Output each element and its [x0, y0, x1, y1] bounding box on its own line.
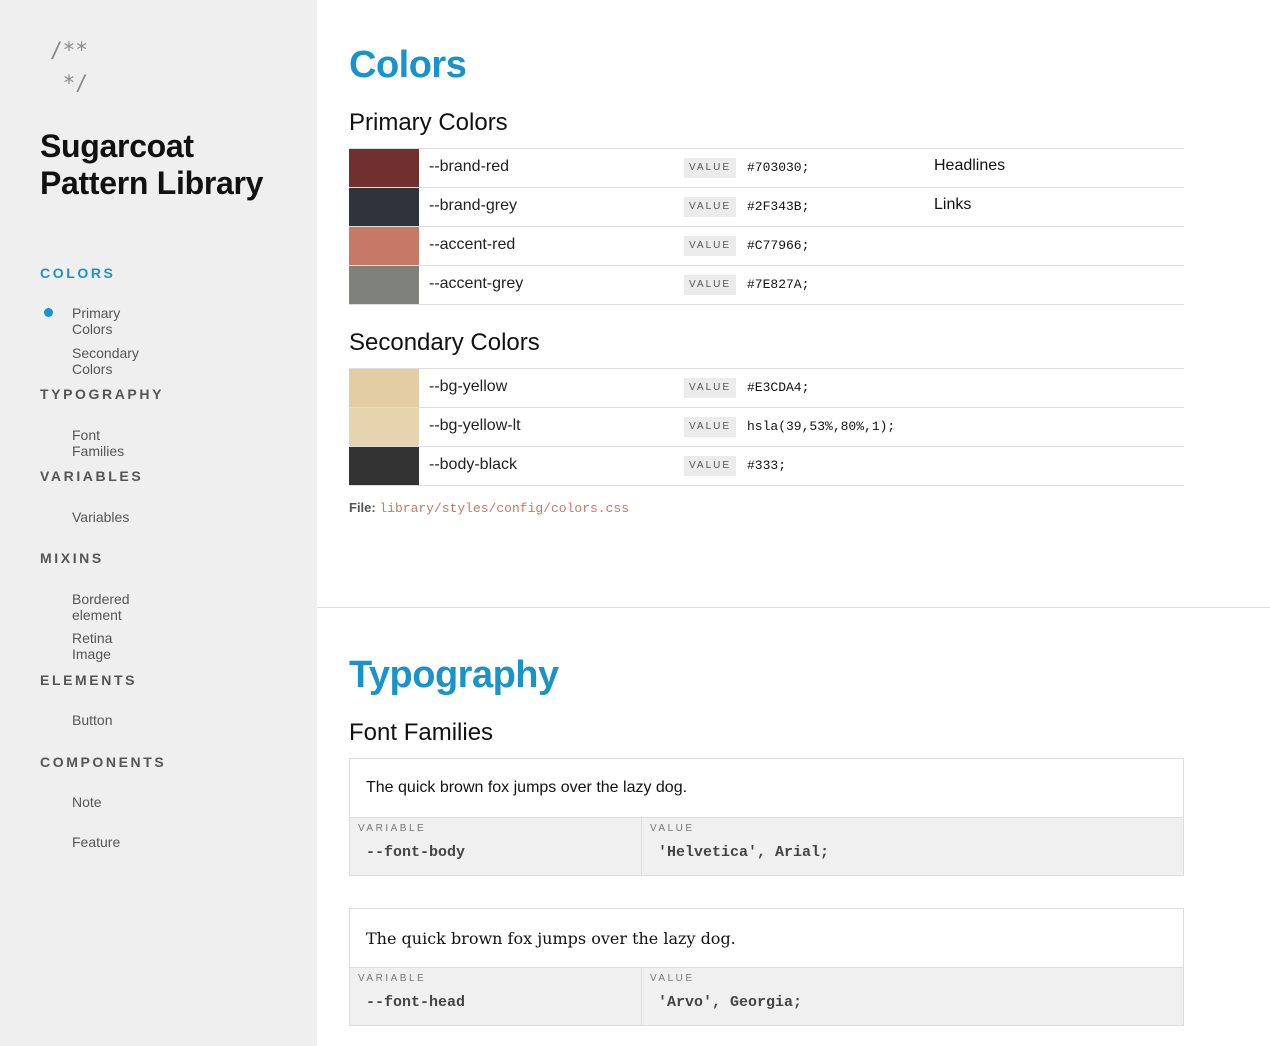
nav-section-mixins[interactable]: MIXINS — [40, 550, 104, 566]
secondary-colors-title: Secondary Colors — [349, 329, 540, 356]
color-swatch — [349, 408, 419, 446]
color-usage: Headlines — [934, 157, 1006, 174]
active-dot-icon — [44, 308, 53, 317]
nav-section-variables[interactable]: VARIABLES — [40, 468, 143, 484]
secondary-colors-table: --bg-yellow VALUE #E3CDA4; --bg-yellow-l… — [349, 368, 1184, 486]
color-name: --bg-yellow-lt — [429, 417, 521, 434]
file-label: File: — [349, 500, 376, 515]
color-row: --accent-red VALUE #C77966; — [349, 227, 1184, 266]
value-badge: VALUE — [684, 417, 736, 437]
color-usage: Links — [934, 196, 972, 213]
typography-title: Typography — [349, 654, 559, 696]
color-name: --brand-red — [429, 158, 510, 175]
nav-item-font-families[interactable]: Font Families — [72, 427, 124, 459]
variable-label: VARIABLE — [358, 823, 427, 834]
nav-section-elements[interactable]: ELEMENTS — [40, 672, 137, 688]
color-row: --bg-yellow-lt VALUE hsla(39,53%,80%,1); — [349, 408, 1184, 447]
variable-label: VARIABLE — [358, 973, 427, 984]
sidebar: /** */ Sugarcoat Pattern Library COLORS … — [0, 0, 317, 1046]
logo-line-1: /** — [50, 38, 88, 62]
color-row: --accent-grey VALUE #7E827A; — [349, 266, 1184, 305]
color-name: --bg-yellow — [429, 378, 508, 395]
logo-line-2: */ — [50, 71, 88, 95]
font-sample: The quick brown fox jumps over the lazy … — [350, 759, 1183, 818]
value-badge: VALUE — [684, 275, 736, 295]
nav-item-retina-image[interactable]: Retina Image — [72, 630, 112, 662]
nav-item-feature[interactable]: Feature — [72, 834, 120, 850]
variable-value: 'Arvo', Georgia; — [658, 994, 803, 1011]
color-value: #C77966; — [747, 238, 810, 253]
section-divider — [317, 607, 1270, 608]
font-families-title: Font Families — [349, 719, 494, 746]
color-name: --body-black — [429, 456, 518, 473]
color-swatch — [349, 149, 419, 187]
font-meta: VARIABLE --font-head VALUE 'Arvo', Georg… — [350, 968, 1183, 1025]
nav-item-secondary-colors[interactable]: Secondary Colors — [72, 345, 139, 377]
variable-name: --font-body — [366, 844, 466, 861]
primary-colors-table: --brand-red VALUE #703030; Headlines --b… — [349, 148, 1184, 305]
color-name: --accent-red — [429, 236, 516, 253]
variable-value: 'Helvetica', Arial; — [658, 844, 830, 861]
color-value: #703030; — [747, 160, 810, 175]
value-badge: VALUE — [684, 456, 736, 476]
font-sample-text: The quick brown fox jumps over the lazy … — [366, 779, 688, 796]
file-path-link[interactable]: library/styles/config/colors.css — [379, 501, 629, 516]
color-swatch — [349, 369, 419, 407]
color-row: --brand-grey VALUE #2F343B; Links — [349, 188, 1184, 227]
value-badge: VALUE — [684, 197, 736, 217]
color-row: --bg-yellow VALUE #E3CDA4; — [349, 369, 1184, 408]
variable-name: --font-head — [366, 994, 466, 1011]
color-value: #7E827A; — [747, 277, 810, 292]
nav-item-variables[interactable]: Variables — [72, 509, 129, 525]
colors-title: Colors — [349, 44, 467, 86]
nav-item-note[interactable]: Note — [72, 794, 102, 810]
font-sample-text: The quick brown fox jumps over the lazy … — [366, 929, 736, 948]
value-badge: VALUE — [684, 158, 736, 178]
color-value: hsla(39,53%,80%,1); — [747, 419, 896, 434]
nav-item-primary-colors[interactable]: Primary Colors — [72, 305, 120, 337]
color-swatch — [349, 447, 419, 485]
value-badge: VALUE — [684, 236, 736, 256]
color-value: #2F343B; — [747, 199, 810, 214]
file-reference: File: library/styles/config/colors.css — [349, 500, 629, 516]
color-value: #333; — [747, 458, 787, 473]
value-label: VALUE — [650, 973, 695, 984]
color-swatch — [349, 266, 419, 304]
primary-colors-title: Primary Colors — [349, 109, 508, 136]
value-badge: VALUE — [684, 378, 736, 398]
color-swatch — [349, 227, 419, 265]
variable-column: VARIABLE --font-body — [350, 818, 642, 875]
font-meta: VARIABLE --font-body VALUE 'Helvetica', … — [350, 818, 1183, 875]
variable-column: VARIABLE --font-head — [350, 968, 642, 1025]
nav-section-components[interactable]: COMPONENTS — [40, 754, 166, 770]
nav-section-typography[interactable]: TYPOGRAPHY — [40, 386, 164, 402]
value-label: VALUE — [650, 823, 695, 834]
nav-item-button[interactable]: Button — [72, 712, 112, 728]
color-row: --body-black VALUE #333; — [349, 447, 1184, 486]
nav-section-colors[interactable]: COLORS — [40, 265, 116, 281]
main-content: Colors Primary Colors --brand-red VALUE … — [317, 0, 1270, 1046]
library-title: Sugarcoat Pattern Library — [40, 128, 264, 201]
color-value: #E3CDA4; — [747, 380, 810, 395]
font-card-body: The quick brown fox jumps over the lazy … — [349, 758, 1184, 876]
font-sample: The quick brown fox jumps over the lazy … — [350, 909, 1183, 968]
color-swatch — [349, 188, 419, 226]
font-card-head: The quick brown fox jumps over the lazy … — [349, 908, 1184, 1026]
value-column: VALUE 'Arvo', Georgia; — [642, 968, 1183, 1025]
value-column: VALUE 'Helvetica', Arial; — [642, 818, 1183, 875]
color-row: --brand-red VALUE #703030; Headlines — [349, 149, 1184, 188]
logo: /** */ — [50, 34, 88, 100]
color-name: --accent-grey — [429, 275, 524, 292]
nav-item-bordered-element[interactable]: Bordered element — [72, 591, 130, 623]
color-name: --brand-grey — [429, 197, 518, 214]
